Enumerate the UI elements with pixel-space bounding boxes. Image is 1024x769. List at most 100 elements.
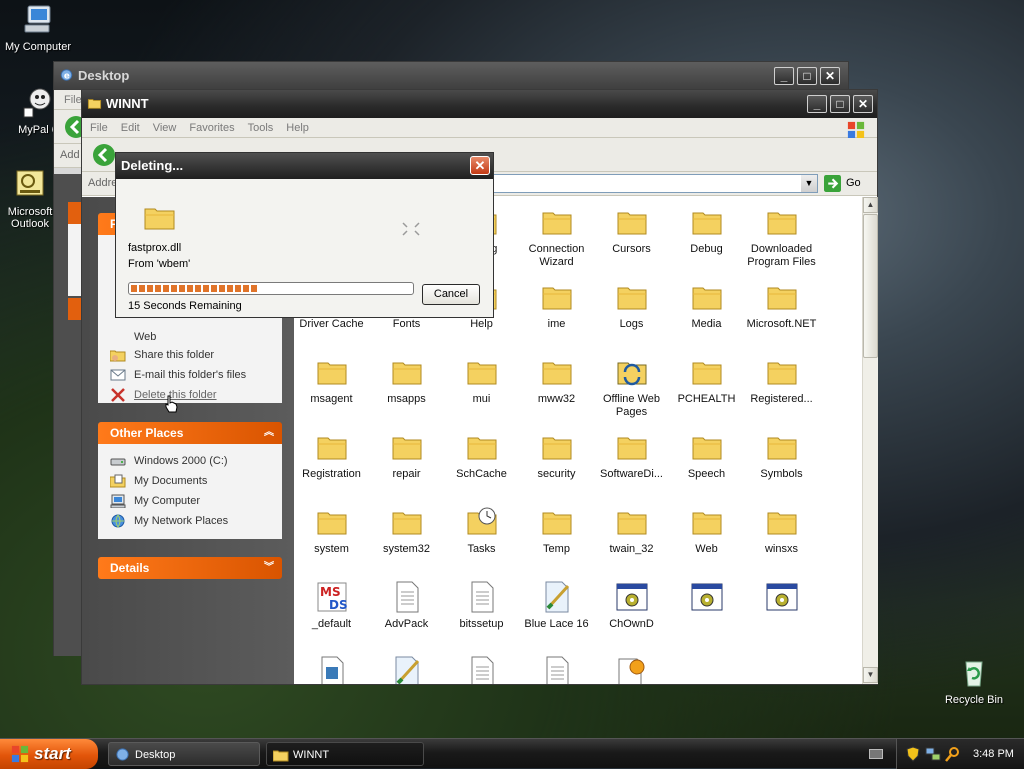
file-item[interactable]: Connection Wizard: [519, 205, 594, 269]
place-link-my-documents[interactable]: My Documents: [110, 471, 282, 491]
file-item[interactable]: mww32: [519, 355, 594, 406]
folder-icon: [542, 437, 571, 460]
menu-file[interactable]: File: [64, 94, 82, 106]
folder-icon: [617, 512, 646, 535]
security-shield-icon[interactable]: [905, 746, 921, 762]
file-item[interactable]: Debug: [669, 205, 744, 256]
file-item[interactable]: SoftwareDi...: [594, 430, 669, 481]
maximize-button[interactable]: □: [797, 67, 817, 85]
dialog-titlebar[interactable]: Deleting... ✕: [116, 153, 493, 179]
file-item[interactable]: Temp: [519, 505, 594, 556]
desktop-icon-my-computer[interactable]: My Computer: [0, 3, 78, 53]
file-item[interactable]: repair: [369, 430, 444, 481]
menu-tools[interactable]: Tools: [248, 122, 274, 134]
clock[interactable]: 3:48 PM: [973, 739, 1014, 769]
maximize-button[interactable]: □: [830, 95, 850, 113]
minimize-button[interactable]: _: [774, 67, 794, 85]
network-icon[interactable]: [925, 746, 941, 762]
scroll-down-button[interactable]: ▼: [863, 667, 878, 683]
file-item[interactable]: bitssetup: [444, 580, 519, 631]
file-item[interactable]: ime: [519, 280, 594, 331]
go-arrow-icon: [824, 175, 841, 192]
cancel-button[interactable]: Cancel: [422, 284, 480, 305]
place-link-my-network[interactable]: My Network Places: [110, 511, 282, 531]
file-item[interactable]: [669, 580, 744, 618]
file-item[interactable]: PCHEALTH: [669, 355, 744, 406]
address-dropdown-button[interactable]: ▼: [801, 175, 817, 192]
file-item[interactable]: Symbols: [744, 430, 819, 481]
desktop-window-taskpane: [54, 174, 84, 656]
file-item[interactable]: [519, 655, 594, 684]
file-item[interactable]: [594, 655, 669, 684]
file-item[interactable]: Blue Lace 16: [519, 580, 594, 631]
search-icon[interactable]: [945, 746, 961, 762]
file-item[interactable]: security: [519, 430, 594, 481]
file-item[interactable]: Cursors: [594, 205, 669, 256]
file-item[interactable]: Speech: [669, 430, 744, 481]
file-item-label: system32: [382, 543, 431, 555]
file-item[interactable]: system: [294, 505, 369, 556]
file-item[interactable]: [444, 655, 519, 684]
file-item[interactable]: Microsoft.NET: [744, 280, 819, 331]
file-item[interactable]: Offline Web Pages: [594, 355, 669, 419]
other-places-header[interactable]: Other Places ︽: [98, 422, 282, 444]
file-item[interactable]: Registration: [294, 430, 369, 481]
folder-icon: [767, 287, 796, 310]
start-button[interactable]: start: [0, 739, 98, 769]
file-item[interactable]: mui: [444, 355, 519, 406]
collapse-chevron-icon[interactable]: ︽: [264, 422, 274, 444]
desktop-icon-label: Recycle Bin: [944, 694, 1004, 706]
dialog-close-button[interactable]: ✕: [470, 156, 490, 175]
task-link-share[interactable]: Share this folder: [110, 345, 214, 365]
winnt-window-titlebar[interactable]: WINNT _ □ ✕: [82, 90, 877, 118]
vertical-scrollbar[interactable]: ▲ ▼: [862, 197, 878, 684]
taskbar-task-winnt[interactable]: WINNT: [266, 742, 424, 766]
file-item[interactable]: [369, 655, 444, 684]
file-item[interactable]: [744, 580, 819, 618]
close-button[interactable]: ✕: [820, 67, 840, 85]
task-link-email[interactable]: E-mail this folder's files: [110, 365, 246, 385]
file-item[interactable]: SchCache: [444, 430, 519, 481]
file-item[interactable]: Tasks: [444, 505, 519, 556]
back-icon[interactable]: [92, 143, 116, 167]
file-item[interactable]: Media: [669, 280, 744, 331]
menu-view[interactable]: View: [153, 122, 177, 134]
file-item[interactable]: Registered...: [744, 355, 819, 406]
file-item-label: _default: [311, 618, 352, 630]
file-item[interactable]: Web: [669, 505, 744, 556]
deleting-dialog[interactable]: Deleting... ✕ fastprox.dll From 'wbem' 1…: [115, 152, 494, 318]
file-item[interactable]: twain_32: [594, 505, 669, 556]
my-computer-icon: [24, 5, 51, 33]
progress-bar: [128, 282, 414, 295]
file-item[interactable]: [294, 655, 369, 684]
file-item[interactable]: msapps: [369, 355, 444, 406]
minimize-button[interactable]: _: [807, 95, 827, 113]
place-link-my-computer[interactable]: My Computer: [110, 491, 282, 511]
scroll-thumb[interactable]: [863, 214, 878, 358]
outlook-icon: [16, 170, 44, 196]
desktop-window-titlebar[interactable]: e Desktop _ □ ✕: [54, 62, 848, 90]
file-item-label: Registration: [302, 468, 361, 480]
close-button[interactable]: ✕: [853, 95, 873, 113]
taskbar-task-desktop[interactable]: Desktop: [108, 742, 260, 766]
menu-file[interactable]: File: [90, 122, 108, 134]
file-item[interactable]: msagent: [294, 355, 369, 406]
menu-favorites[interactable]: Favorites: [189, 122, 234, 134]
expand-chevron-icon[interactable]: ︾: [264, 557, 274, 579]
task-link-web[interactable]: Web: [110, 327, 156, 347]
details-header[interactable]: Details ︾: [98, 557, 282, 579]
file-item[interactable]: AdvPack: [369, 580, 444, 631]
go-button[interactable]: Go: [824, 174, 869, 193]
keyboard-icon[interactable]: [869, 749, 883, 759]
file-item[interactable]: Downloaded Program Files: [744, 205, 819, 269]
place-link-windows2000[interactable]: Windows 2000 (C:): [110, 451, 282, 471]
file-item[interactable]: MS DS _default: [294, 580, 369, 631]
file-item[interactable]: winsxs: [744, 505, 819, 556]
menu-edit[interactable]: Edit: [121, 122, 140, 134]
file-item[interactable]: system32: [369, 505, 444, 556]
desktop-icon-recycle-bin[interactable]: Recycle Bin: [934, 656, 1014, 706]
file-item[interactable]: Logs: [594, 280, 669, 331]
file-item[interactable]: ChOwnD: [594, 580, 669, 631]
menu-help[interactable]: Help: [286, 122, 309, 134]
scroll-up-button[interactable]: ▲: [863, 197, 878, 213]
